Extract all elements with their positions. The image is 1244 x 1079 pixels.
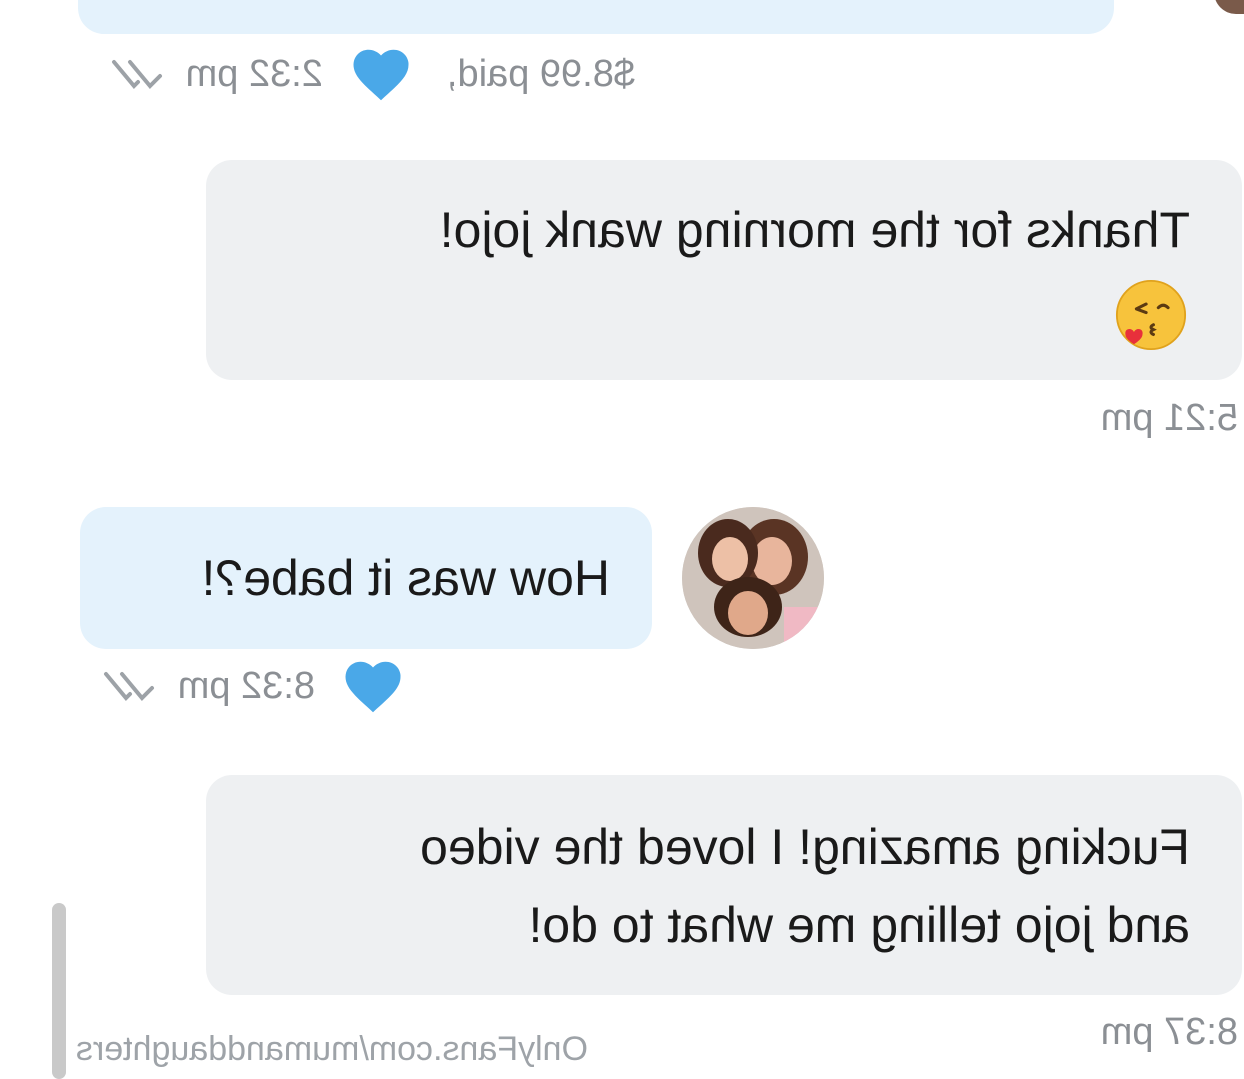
message-meta: 8:37 pm <box>1101 1004 1238 1060</box>
kiss-emoji <box>1115 279 1187 351</box>
message-time: 2:32 pm <box>185 52 323 95</box>
outgoing-bubble[interactable]: Thanks for the morning wank jojo! <box>206 160 1242 380</box>
chat-thread: $8.99 paid, 2:32 pm Thanks for the morni… <box>0 0 1244 1079</box>
message-time: 5:21 pm <box>1100 396 1238 439</box>
price-label: $8.99 paid, <box>446 52 635 95</box>
avatar-partial <box>1214 0 1244 14</box>
message-meta: $8.99 paid, 2:32 pm <box>102 44 635 104</box>
message-text-line-2: and jojo telling me what to do! <box>528 897 1190 953</box>
message-text: Thanks for the morning wank jojo! <box>439 202 1190 258</box>
watermark: OnlyFans.com/mumanddaughters <box>75 1030 588 1068</box>
message-meta: 5:21 pm <box>1101 392 1238 444</box>
message-time: 8:32 pm <box>177 664 315 707</box>
avatar[interactable] <box>682 507 824 649</box>
double-check-icon <box>111 60 162 89</box>
message-text-line-1: Fucking amazing! I loved the video <box>420 819 1190 875</box>
message-meta: 8:32 pm <box>94 656 403 716</box>
heart-icon[interactable] <box>351 46 411 102</box>
double-check-icon <box>103 672 154 701</box>
scrollbar[interactable] <box>52 903 66 1079</box>
incoming-bubble[interactable]: How was it babe?! <box>80 507 652 649</box>
message-time: 8:37 pm <box>1100 1010 1238 1053</box>
incoming-bubble[interactable] <box>78 0 1114 34</box>
message-text: How was it babe?! <box>201 550 610 606</box>
heart-icon[interactable] <box>343 658 403 714</box>
outgoing-bubble[interactable]: Fucking amazing! I loved the video and j… <box>206 775 1242 995</box>
